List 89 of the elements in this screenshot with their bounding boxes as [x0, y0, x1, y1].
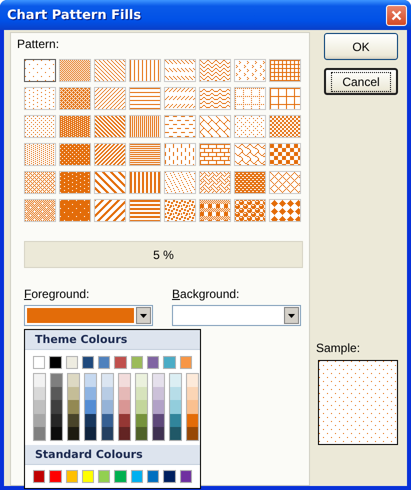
color-swatch[interactable]	[130, 356, 144, 369]
color-swatch[interactable]	[101, 386, 114, 400]
color-dropdown[interactable]	[172, 305, 301, 326]
pattern-name: 5 %	[24, 241, 303, 268]
color-swatch[interactable]	[180, 356, 192, 369]
menu-heading: Theme Colours	[25, 330, 200, 350]
color-swatch[interactable]	[118, 373, 131, 387]
color-swatch[interactable]	[67, 427, 80, 441]
dialog-button[interactable]: Cancel	[324, 68, 398, 95]
color-swatch[interactable]	[169, 386, 182, 400]
color-swatch[interactable]	[33, 414, 46, 428]
color-swatch[interactable]	[84, 414, 97, 428]
color-swatch[interactable]	[130, 470, 144, 483]
dropdown-button[interactable]	[136, 307, 151, 324]
color-swatch[interactable]	[186, 373, 199, 387]
color-swatch[interactable]	[169, 414, 182, 428]
color-swatch[interactable]	[118, 414, 131, 428]
color-swatch[interactable]	[67, 386, 80, 400]
color-swatch[interactable]	[33, 386, 46, 400]
foreground-label: Foreground:	[24, 287, 90, 301]
color-swatch[interactable]	[152, 373, 165, 387]
pattern-label: Pattern:	[17, 37, 60, 51]
color-swatch[interactable]	[135, 400, 148, 414]
color-swatch[interactable]	[98, 470, 110, 483]
color-swatch[interactable]	[135, 386, 148, 400]
color-swatch[interactable]	[33, 373, 46, 387]
color-swatch[interactable]	[67, 373, 80, 387]
color-swatch[interactable]	[84, 373, 97, 387]
color-swatch[interactable]	[147, 356, 160, 369]
color-swatch[interactable]	[84, 400, 97, 414]
color-swatch[interactable]	[135, 427, 148, 441]
close-button[interactable]	[386, 4, 407, 26]
color-swatch[interactable]	[66, 356, 78, 369]
color-swatch[interactable]	[50, 400, 63, 414]
background-label: Background:	[172, 287, 240, 301]
color-swatch[interactable]	[84, 386, 97, 400]
color-swatch[interactable]	[114, 470, 127, 483]
color-swatch[interactable]	[135, 414, 148, 428]
color-dropdown[interactable]	[24, 305, 153, 326]
color-swatch[interactable]	[98, 356, 110, 369]
color-swatch[interactable]	[49, 356, 62, 369]
color-swatch[interactable]	[152, 427, 165, 441]
color-swatch[interactable]	[186, 414, 199, 428]
color-swatch[interactable]	[84, 427, 97, 441]
color-swatch[interactable]	[50, 414, 63, 428]
caret-icon	[140, 314, 147, 318]
color-swatch[interactable]	[67, 414, 80, 428]
color-swatch[interactable]	[152, 414, 165, 428]
menu-heading: Standard Colours	[25, 444, 200, 465]
pattern-swatch[interactable]	[24, 59, 56, 82]
color-swatch[interactable]	[180, 470, 192, 483]
color-swatch[interactable]	[82, 356, 94, 369]
dropdown-button[interactable]	[284, 307, 299, 324]
color-swatch[interactable]	[50, 427, 63, 441]
color-swatch[interactable]	[152, 386, 165, 400]
color-swatch[interactable]	[169, 427, 182, 441]
dialog-button[interactable]: OK	[324, 33, 398, 60]
color-swatch[interactable]	[49, 470, 62, 483]
color-swatch[interactable]	[186, 427, 199, 441]
color-swatch[interactable]	[169, 373, 182, 387]
color-swatch[interactable]	[169, 400, 182, 414]
color-swatch[interactable]	[82, 470, 94, 483]
color-swatch[interactable]	[33, 356, 46, 369]
color-swatch[interactable]	[147, 470, 160, 483]
color-swatch[interactable]	[118, 400, 131, 414]
color-swatch[interactable]	[50, 386, 63, 400]
color-swatch[interactable]	[186, 400, 199, 414]
color-swatch[interactable]	[186, 386, 199, 400]
color-swatch[interactable]	[163, 470, 176, 483]
color-swatch[interactable]	[33, 427, 46, 441]
color-swatch[interactable]	[118, 427, 131, 441]
color-swatch[interactable]	[135, 373, 148, 387]
color-swatch[interactable]	[152, 400, 165, 414]
color-swatch[interactable]	[67, 400, 80, 414]
color-swatch[interactable]	[114, 356, 127, 369]
caret-icon	[288, 314, 295, 318]
window-title: Chart Pattern Fills	[7, 8, 142, 22]
color-swatch[interactable]	[118, 386, 131, 400]
sample-label: Sample:	[316, 341, 362, 355]
color-swatch[interactable]	[101, 400, 114, 414]
color-swatch[interactable]	[50, 373, 63, 387]
close-icon	[391, 10, 402, 20]
color-swatch[interactable]	[33, 470, 46, 483]
color-swatch[interactable]	[163, 356, 176, 369]
color-swatch[interactable]	[66, 470, 78, 483]
color-swatch[interactable]	[101, 427, 114, 441]
color-swatch[interactable]	[33, 400, 46, 414]
color-swatch[interactable]	[101, 414, 114, 428]
color-swatch[interactable]	[101, 373, 114, 387]
